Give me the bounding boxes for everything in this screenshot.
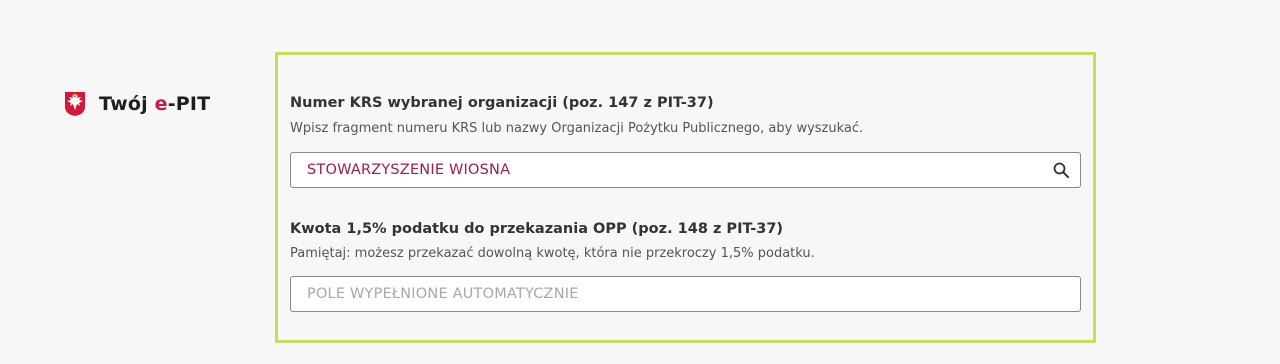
krs-search-value: STOWARZYSZENIE WIOSNA [307, 162, 511, 178]
brand-logo[interactable]: Twój e-PIT [63, 91, 210, 117]
search-icon[interactable] [1052, 161, 1070, 179]
polish-eagle-emblem-icon [63, 91, 87, 117]
krs-field-title: Numer KRS wybranej organizacji (poz. 147… [290, 95, 714, 111]
brand-name: Twój e-PIT [99, 93, 211, 115]
amount-placeholder: POLE WYPEŁNIONE AUTOMATYCZNIE [307, 286, 579, 302]
amount-field-title: Kwota 1,5% podatku do przekazania OPP (p… [290, 221, 784, 237]
opp-form-panel: Numer KRS wybranej organizacji (poz. 147… [275, 52, 1096, 343]
amount-field-hint: Pamiętaj: możesz przekazać dowolną kwotę… [290, 246, 815, 261]
amount-input[interactable]: POLE WYPEŁNIONE AUTOMATYCZNIE [290, 276, 1081, 312]
krs-field-hint: Wpisz fragment numeru KRS lub nazwy Orga… [290, 121, 864, 136]
krs-search-input[interactable]: STOWARZYSZENIE WIOSNA [290, 152, 1081, 188]
